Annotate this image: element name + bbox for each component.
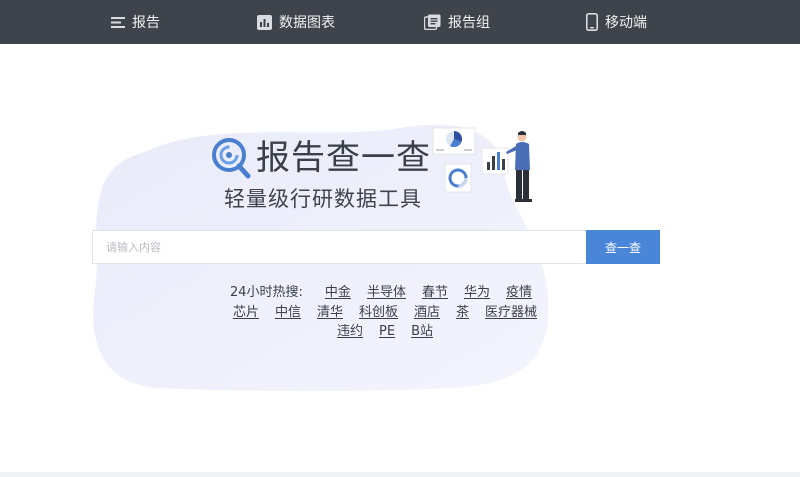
mobile-phone-icon — [586, 13, 598, 31]
nav-item-data-charts[interactable]: 数据图表 — [257, 0, 335, 44]
hot-search-tag[interactable]: 疫情 — [506, 285, 532, 300]
list-icon — [111, 16, 125, 29]
hot-search-list: 24小时热搜: 中金 半导体 春节 华为 疫情 芯片 中信 清华 科创板 酒店 茶 医疗器械 违约 PE… — [200, 283, 570, 342]
search-box — [92, 230, 586, 264]
hot-search-tag[interactable]: 违约 — [337, 324, 363, 339]
hot-search-tag[interactable]: 中金 — [325, 285, 351, 300]
hot-search-tag[interactable]: 芯片 — [233, 305, 259, 320]
hot-search-tag[interactable]: 酒店 — [414, 305, 440, 320]
bottom-divider — [0, 472, 800, 477]
page-title: 报告查一查 — [256, 138, 431, 178]
search-button[interactable]: 查一查 — [586, 230, 660, 264]
nav-item-label: 数据图表 — [279, 15, 335, 31]
page: 报告 数据图表 报告组 移动端 报告查一查 轻量级行研数据工具 请输入内容 查一… — [0, 0, 800, 477]
site-logo: 报告查一查 — [210, 135, 431, 181]
nav-item-report[interactable]: 报告 — [111, 0, 160, 44]
magnifier-logo-icon — [212, 138, 251, 179]
bar-chart-icon — [257, 14, 272, 30]
hot-search-tag[interactable]: 茶 — [456, 305, 469, 320]
hot-search-tag[interactable]: 清华 — [317, 305, 343, 320]
nav-item-report-group[interactable]: 报告组 — [424, 0, 490, 44]
documents-icon — [424, 14, 441, 30]
hot-search-tag[interactable]: 半导体 — [367, 285, 406, 300]
search-input[interactable] — [93, 232, 586, 262]
hot-search-label: 24小时热搜: — [229, 285, 303, 300]
presenter-illustration — [432, 127, 532, 202]
nav-item-label: 移动端 — [605, 15, 647, 31]
nav-item-label: 报告组 — [448, 15, 490, 31]
page-subtitle: 轻量级行研数据工具 — [224, 187, 422, 211]
hot-search-tag[interactable]: 华为 — [464, 285, 490, 300]
hot-search-tag[interactable]: PE — [379, 324, 395, 339]
hot-search-tag[interactable]: 中信 — [275, 305, 301, 320]
nav-item-mobile[interactable]: 移动端 — [586, 0, 647, 44]
hot-search-tag[interactable]: 医疗器械 — [485, 305, 537, 320]
hot-search-tag[interactable]: 科创板 — [359, 305, 398, 320]
hot-search-tag[interactable]: 春节 — [422, 285, 448, 300]
hot-search-tag[interactable]: B站 — [411, 324, 433, 339]
nav-item-label: 报告 — [132, 15, 160, 31]
top-nav-bar: 报告 数据图表 报告组 移动端 — [0, 0, 800, 44]
